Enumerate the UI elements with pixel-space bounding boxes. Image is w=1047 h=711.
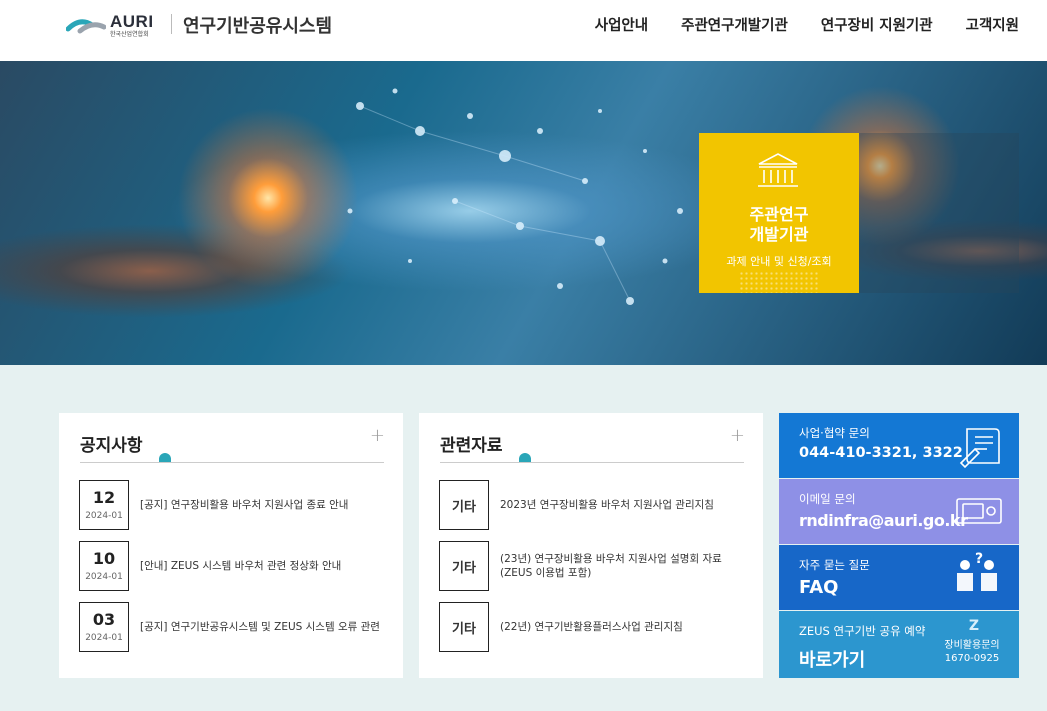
notice-title: 공지사항	[80, 436, 143, 456]
email-tile[interactable]: 이메일 문의 rndinfra@auri.go.kr	[779, 479, 1019, 544]
contact-label: 사업·협약 문의	[799, 426, 870, 440]
notice-more-plus-icon[interactable]: +	[370, 425, 385, 446]
equipment-inquiry-label: 장비활용문의	[944, 640, 1000, 651]
notice-date: 03 2024-01	[79, 602, 129, 652]
notice-item-text[interactable]: [안내] ZEUS 시스템 바우처 관련 정상화 안내	[140, 559, 384, 573]
reference-tag: 기타	[439, 541, 489, 591]
logo-divider	[171, 14, 172, 34]
nav-business-info[interactable]: 사업안내	[595, 14, 648, 35]
zeus-tile[interactable]: ZEUS 연구기반 공유 예약 바로가기 Z 장비활용문의 1670-0925	[779, 611, 1019, 678]
nav-equipment-support[interactable]: 연구장비 지원기관	[821, 14, 933, 35]
email-label: 이메일 문의	[799, 492, 856, 506]
references-more-plus-icon[interactable]: +	[730, 425, 745, 446]
notice-item[interactable]: 12 2024-01 [공지] 연구장비활용 바우처 지원사업 종료 안내	[79, 480, 384, 530]
notice-item[interactable]: 10 2024-01 [안내] ZEUS 시스템 바우처 관련 정상화 안내	[79, 541, 384, 591]
people-question-icon: ?	[957, 551, 997, 591]
email-address: rndinfra@auri.go.kr	[799, 511, 968, 530]
institution-building-icon	[758, 153, 798, 187]
zeus-label: ZEUS 연구기반 공유 예약	[799, 624, 926, 638]
notice-card: 공지사항 + 12 2024-01 [공지] 연구장비활용 바우처 지원사업 종…	[59, 413, 403, 678]
hero-card-title: 주관연구 개발기관	[749, 205, 809, 244]
zeus-shortcut: 바로가기	[799, 650, 866, 671]
email-card-icon	[956, 498, 1002, 524]
site-title[interactable]: 연구기반공유시스템	[183, 12, 332, 38]
notice-item-text[interactable]: [공지] 연구기반공유시스템 및 ZEUS 시스템 오류 관련	[140, 620, 384, 634]
contact-phone: 044-410-3321, 3322	[799, 445, 963, 461]
equipment-inquiry-phone: 1670-0925	[944, 653, 1000, 664]
main-nav: 사업안내 주관연구개발기관 연구장비 지원기관 고객지원	[595, 14, 1019, 35]
notice-item-text[interactable]: [공지] 연구장비활용 바우처 지원사업 종료 안내	[140, 498, 384, 512]
document-pen-icon	[959, 428, 1000, 469]
hero-side-panel	[859, 133, 1019, 293]
faq-label: 자주 묻는 질문	[799, 558, 870, 572]
notice-item[interactable]: 03 2024-01 [공지] 연구기반공유시스템 및 ZEUS 시스템 오류 …	[79, 602, 384, 652]
notice-divider	[80, 462, 384, 463]
contact-tile[interactable]: 사업·협약 문의 044-410-3321, 3322	[779, 413, 1019, 478]
notice-date-ym: 2024-01	[85, 633, 123, 643]
faq-tile[interactable]: 자주 묻는 질문 FAQ ?	[779, 545, 1019, 610]
faq-value: FAQ	[799, 577, 839, 598]
notice-date: 10 2024-01	[79, 541, 129, 591]
reference-item-text[interactable]: 2023년 연구장비활용 바우처 지원사업 관리지침	[500, 498, 744, 512]
reference-item-text[interactable]: (22년) 연구기반활용플러스사업 관리지침	[500, 620, 744, 634]
reference-item[interactable]: 기타 (22년) 연구기반활용플러스사업 관리지침	[439, 602, 744, 652]
notice-date-day: 03	[92, 610, 116, 629]
references-title: 관련자료	[440, 436, 503, 456]
notice-date-day: 12	[92, 488, 116, 507]
references-divider	[440, 462, 744, 463]
notice-date-ym: 2024-01	[85, 572, 123, 582]
reference-item[interactable]: 기타 (23년) 연구장비활용 바우처 지원사업 설명회 자료(ZEUS 이용법…	[439, 541, 744, 591]
auri-logo-icon	[66, 19, 106, 34]
nav-customer-support[interactable]: 고객지원	[966, 14, 1019, 35]
auri-logo[interactable]: AURI 한국산업연합회	[66, 12, 158, 38]
notice-date: 12 2024-01	[79, 480, 129, 530]
notice-date-day: 10	[92, 549, 116, 568]
hero-card-dot-pattern	[739, 271, 819, 293]
zeus-z-icon: Z	[968, 618, 979, 634]
lead-institution-card[interactable]: 주관연구 개발기관 과제 안내 및 신청/조회	[699, 133, 859, 293]
equipment-inquiry: 장비활용문의 1670-0925	[937, 639, 1007, 665]
hero-card-subtitle: 과제 안내 및 신청/조회	[726, 255, 832, 268]
reference-tag: 기타	[439, 480, 489, 530]
site-header: AURI 한국산업연합회 연구기반공유시스템 사업안내 주관연구개발기관 연구장…	[0, 0, 1047, 61]
notice-date-ym: 2024-01	[85, 511, 123, 521]
reference-item[interactable]: 기타 2023년 연구장비활용 바우처 지원사업 관리지침	[439, 480, 744, 530]
logo-subtext: 한국산업연합회	[110, 31, 149, 38]
reference-tag: 기타	[439, 602, 489, 652]
hero-banner: 주관연구 개발기관 과제 안내 및 신청/조회	[0, 61, 1047, 365]
nav-lead-institution[interactable]: 주관연구개발기관	[681, 14, 788, 35]
reference-item-text[interactable]: (23년) 연구장비활용 바우처 지원사업 설명회 자료(ZEUS 이용법 포함…	[500, 552, 744, 580]
svg-text:?: ?	[975, 551, 983, 567]
references-card: 관련자료 + 기타 2023년 연구장비활용 바우처 지원사업 관리지침 기타 …	[419, 413, 763, 678]
